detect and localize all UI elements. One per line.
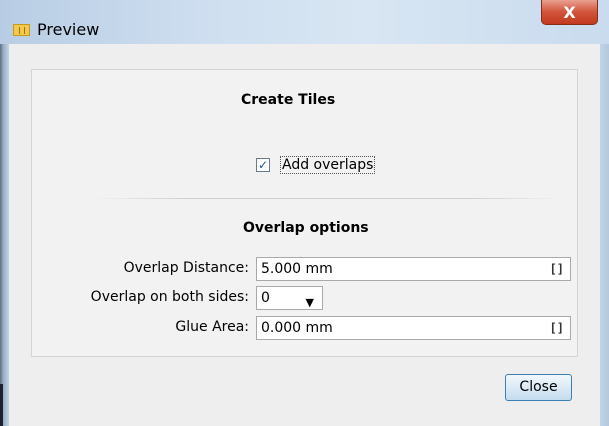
chevron-down-icon: ▼ (305, 296, 314, 309)
dialog-window: Preview X Create Tiles ✓ Add overlaps Ov… (0, 0, 609, 426)
title-bar[interactable]: Preview X (0, 0, 609, 44)
units-toggle-icon[interactable]: [] (550, 258, 564, 280)
overlap-both-sides-select[interactable]: 0 ▼ (256, 286, 323, 310)
overlap-both-sides-value: 0 (261, 290, 270, 306)
window-left-border (0, 44, 9, 426)
overlap-both-sides-label: Overlap on both sides: (90, 289, 249, 305)
add-overlaps-label[interactable]: Add overlaps (280, 156, 376, 174)
glue-area-value: 0.000 mm (261, 320, 333, 336)
section-divider (92, 198, 562, 199)
units-toggle-icon[interactable]: [] (550, 317, 564, 339)
overlap-distance-field[interactable]: 5.000 mm [] (256, 257, 571, 281)
section-title-create-tiles: Create Tiles (241, 92, 336, 108)
overlap-distance-label: Overlap Distance: (123, 260, 249, 276)
close-button[interactable]: Close (505, 374, 572, 401)
tile-icon (13, 24, 30, 36)
options-panel: Create Tiles ✓ Add overlaps Overlap opti… (31, 69, 578, 357)
close-icon[interactable]: X (541, 0, 598, 25)
window-right-border (600, 44, 609, 426)
dialog-content: Create Tiles ✓ Add overlaps Overlap opti… (9, 44, 600, 426)
add-overlaps-checkbox[interactable]: ✓ (256, 158, 270, 172)
glue-area-field[interactable]: 0.000 mm [] (256, 316, 571, 340)
section-title-overlap-options: Overlap options (243, 220, 369, 236)
overlap-distance-value: 5.000 mm (261, 261, 333, 277)
glue-area-label: Glue Area: (175, 319, 249, 335)
window-title: Preview (37, 20, 100, 39)
